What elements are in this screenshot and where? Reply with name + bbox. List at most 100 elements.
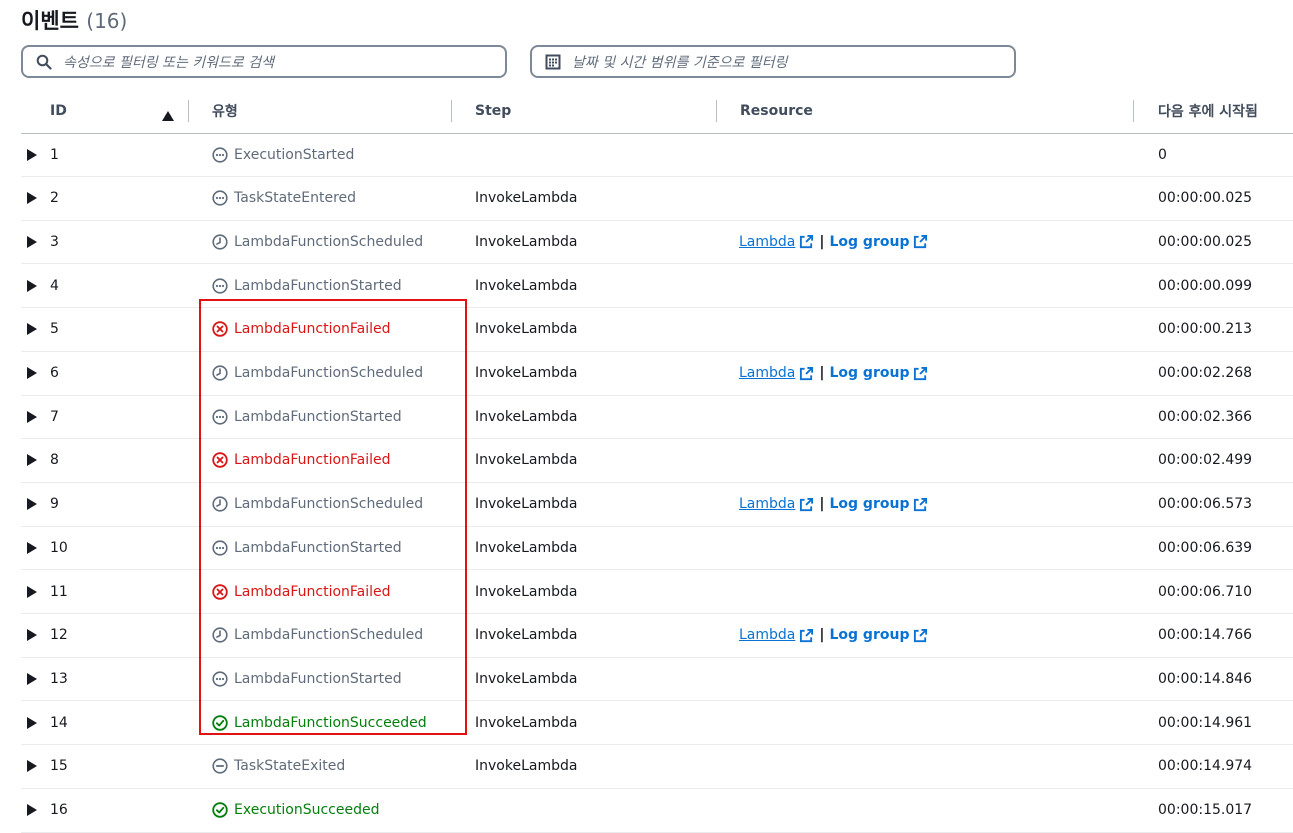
table-row[interactable]: 3 LambdaFunctionScheduled InvokeLambda Lamb…	[21, 220, 1293, 265]
date-range-filter[interactable]: 날짜 및 시간 범위를 기준으로 필터링	[530, 45, 1016, 78]
lambda-link-label: Lambda	[739, 365, 796, 381]
lambda-link-label: Lambda	[739, 233, 796, 250]
event-id: 6	[50, 365, 59, 381]
column-header-resource[interactable]: Resource	[740, 89, 813, 133]
lambda-link[interactable]: Lambda	[739, 365, 814, 381]
event-resource: Lambda | Log group	[739, 483, 928, 526]
log-group-link[interactable]: Log group	[830, 627, 929, 643]
table-row[interactable]: 4 LambdaFunctionStarted InvokeLambda 00:00:…	[21, 264, 1293, 309]
table-row[interactable]: 15 TaskStateExited InvokeLambda 00:00:14.97…	[21, 745, 1293, 789]
event-step: InvokeLambda	[475, 539, 578, 556]
event-elapsed-time: 00:00:02.268	[1158, 365, 1253, 381]
table-row[interactable]: 12 LambdaFunctionScheduled InvokeLambda Lam…	[21, 614, 1293, 658]
event-step: InvokeLambda	[475, 670, 578, 687]
log-group-link[interactable]: Log group	[830, 496, 929, 512]
event-type-label: LambdaFunctionScheduled	[234, 365, 424, 381]
expand-row-icon[interactable]	[27, 745, 39, 788]
stopped-icon	[211, 757, 229, 775]
column-time-label: 다음 후에 시작됨	[1158, 104, 1258, 120]
table-row[interactable]: 13 LambdaFunctionStarted InvokeLambda 00:00…	[21, 657, 1293, 702]
column-header-type[interactable]: 유형	[212, 89, 238, 133]
event-type-label: LambdaFunctionScheduled	[234, 627, 424, 644]
table-row[interactable]: 5 LambdaFunctionFailed InvokeLambda 00:00:0…	[21, 308, 1293, 352]
table-row[interactable]: 8 LambdaFunctionFailed InvokeLambda 00:00:0…	[21, 439, 1293, 483]
log-group-link-label: Log group	[829, 365, 910, 381]
event-resource: Lambda | Log group	[739, 614, 928, 657]
event-type: TaskStateEntered	[211, 177, 356, 220]
event-type: LambdaFunctionScheduled	[211, 483, 423, 526]
event-id: 8	[50, 452, 59, 469]
column-header-id[interactable]: ID	[50, 89, 67, 133]
event-type: LambdaFunctionScheduled	[211, 614, 423, 657]
column-header-step[interactable]: Step	[475, 89, 511, 133]
expand-row-icon[interactable]	[27, 133, 39, 176]
log-group-link-label: Log group	[829, 627, 910, 644]
event-step: InvokeLambda	[475, 714, 578, 731]
event-elapsed-time: 00:00:14.974	[1158, 758, 1253, 775]
event-type: ExecutionSucceeded	[211, 789, 379, 832]
table-row[interactable]: 9 LambdaFunctionScheduled InvokeLambda Lamb…	[21, 483, 1293, 527]
log-group-link-label: Log group	[829, 233, 910, 250]
expand-row-icon[interactable]	[27, 483, 39, 526]
event-step: InvokeLambda	[475, 233, 578, 250]
expand-row-icon[interactable]	[27, 352, 39, 395]
event-step: InvokeLambda	[475, 365, 578, 381]
event-resource: Lambda | Log group	[739, 220, 928, 263]
page-title: 이벤트 (16)	[21, 5, 127, 35]
event-id: 12	[50, 627, 68, 644]
column-header-time[interactable]: 다음 후에 시작됨	[1158, 89, 1258, 133]
expand-row-icon[interactable]	[27, 439, 39, 482]
table-header: ID 유형 Step Resource 다음 후에 시작됨	[21, 89, 1293, 134]
sort-ascending-icon[interactable]	[162, 106, 174, 125]
table-row[interactable]: 11 LambdaFunctionFailed InvokeLambda 00:00:…	[21, 570, 1293, 614]
column-divider[interactable]	[451, 100, 452, 122]
table-row[interactable]: 10 LambdaFunctionStarted InvokeLambda 00:00…	[21, 526, 1293, 571]
expand-row-icon[interactable]	[27, 701, 39, 744]
table-row[interactable]: 16 ExecutionSucceeded 00:00:15.017	[21, 789, 1293, 833]
clock-icon	[211, 626, 229, 644]
event-id: 13	[50, 670, 68, 687]
in-progress-icon	[211, 408, 229, 426]
event-elapsed-time: 00:00:06.573	[1158, 496, 1253, 513]
table-row[interactable]: 14 LambdaFunctionSucceeded InvokeLambda 00:…	[21, 701, 1293, 746]
event-id: 16	[50, 802, 68, 818]
event-step: InvokeLambda	[475, 496, 578, 513]
lambda-link[interactable]: Lambda	[739, 627, 814, 643]
log-group-link[interactable]: Log group	[830, 234, 929, 250]
external-link-icon	[913, 366, 928, 381]
table-row[interactable]: 7 LambdaFunctionStarted InvokeLambda 00:00:…	[21, 395, 1293, 440]
in-progress-icon	[211, 146, 229, 164]
event-type: LambdaFunctionFailed	[211, 308, 391, 351]
table-row[interactable]: 6 LambdaFunctionScheduled InvokeLambda Lamb…	[21, 352, 1293, 396]
event-type: TaskStateExited	[211, 745, 345, 788]
event-step: InvokeLambda	[475, 277, 578, 294]
column-divider[interactable]	[1133, 100, 1134, 122]
column-divider[interactable]	[188, 100, 189, 122]
expand-row-icon[interactable]	[27, 657, 39, 700]
event-elapsed-time: 00:00:00.099	[1158, 277, 1253, 294]
expand-row-icon[interactable]	[27, 570, 39, 613]
log-group-link[interactable]: Log group	[830, 365, 929, 381]
search-input[interactable]: 속성으로 필터링 또는 키워드로 검색	[21, 45, 507, 78]
expand-row-icon[interactable]	[27, 220, 39, 263]
link-separator: |	[819, 627, 825, 644]
event-type: ExecutionStarted	[211, 133, 354, 176]
search-placeholder: 속성으로 필터링 또는 키워드로 검색	[63, 54, 274, 71]
expand-row-icon[interactable]	[27, 177, 39, 220]
expand-row-icon[interactable]	[27, 264, 39, 307]
event-type: LambdaFunctionScheduled	[211, 352, 423, 395]
event-id: 3	[50, 233, 59, 250]
lambda-link[interactable]: Lambda	[739, 496, 814, 512]
event-step: InvokeLambda	[475, 583, 578, 600]
table-row[interactable]: 1 ExecutionStarted 0	[21, 133, 1293, 177]
expand-row-icon[interactable]	[27, 395, 39, 438]
event-type-label: ExecutionStarted	[234, 146, 355, 163]
column-divider[interactable]	[716, 100, 717, 122]
expand-row-icon[interactable]	[27, 789, 39, 832]
table-row[interactable]: 2 TaskStateEntered InvokeLambda 00:00:00.02…	[21, 177, 1293, 221]
lambda-link[interactable]: Lambda	[739, 234, 814, 250]
expand-row-icon[interactable]	[27, 308, 39, 351]
expand-row-icon[interactable]	[27, 614, 39, 657]
expand-row-icon[interactable]	[27, 526, 39, 569]
calendar-icon	[544, 53, 562, 71]
